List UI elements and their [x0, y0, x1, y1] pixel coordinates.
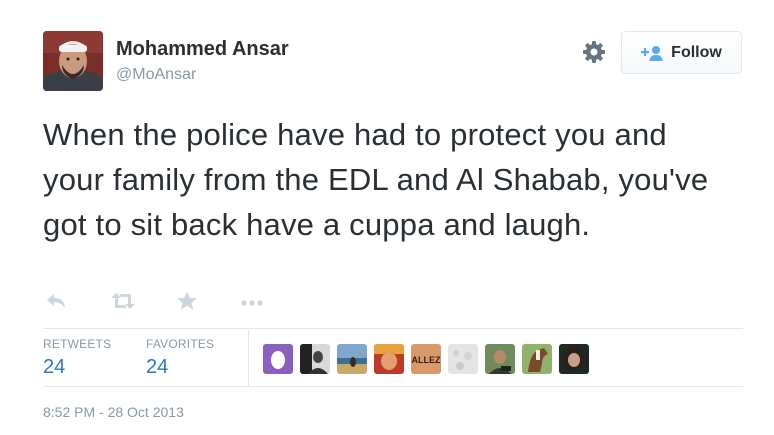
favoriter-avatar[interactable] — [300, 344, 330, 374]
star-icon[interactable] — [176, 290, 198, 317]
tweet-text: When the police have had to protect you … — [43, 117, 709, 242]
stats-top-divider — [43, 328, 743, 329]
favoriter-avatar[interactable] — [374, 344, 404, 374]
follow-label: Follow — [671, 43, 722, 61]
author-name[interactable]: Mohammed Ansar — [116, 38, 289, 61]
retweets-label: RETWEETS — [43, 337, 112, 351]
favoriter-avatar[interactable]: ALLEZ — [411, 344, 441, 374]
follow-plus-person-icon — [641, 45, 663, 61]
follow-button[interactable]: Follow — [621, 31, 742, 74]
retweet-icon[interactable] — [109, 290, 137, 317]
retweets-stat[interactable]: RETWEETS 24 — [43, 337, 111, 379]
svg-text:ALLEZ: ALLEZ — [412, 355, 441, 365]
retweets-count: 24 — [43, 356, 66, 378]
tweet-timestamp[interactable]: 8:52 PM - 28 Oct 2013 — [43, 404, 184, 420]
stats-bottom-divider — [43, 386, 743, 387]
favoriter-avatar[interactable] — [559, 344, 589, 374]
favoriter-avatar[interactable] — [337, 344, 367, 374]
favoriter-avatar[interactable] — [263, 344, 293, 374]
favorites-label: FAVORITES — [146, 337, 215, 351]
tweet-card: Mohammed Ansar @MoAnsar Follow When the … — [0, 0, 774, 435]
author-avatar[interactable] — [43, 31, 103, 91]
favorites-stat[interactable]: FAVORITES 24 — [146, 337, 214, 379]
favoriter-avatar[interactable] — [522, 344, 552, 374]
stats-separator — [248, 330, 249, 386]
reply-icon[interactable] — [45, 290, 67, 317]
favoriter-avatar[interactable] — [485, 344, 515, 374]
author-handle[interactable]: @MoAnsar — [116, 66, 196, 84]
favorites-count: 24 — [146, 356, 169, 378]
more-dots-icon[interactable] — [240, 290, 264, 317]
gear-icon[interactable] — [582, 40, 606, 64]
favoriter-avatar[interactable] — [448, 344, 478, 374]
